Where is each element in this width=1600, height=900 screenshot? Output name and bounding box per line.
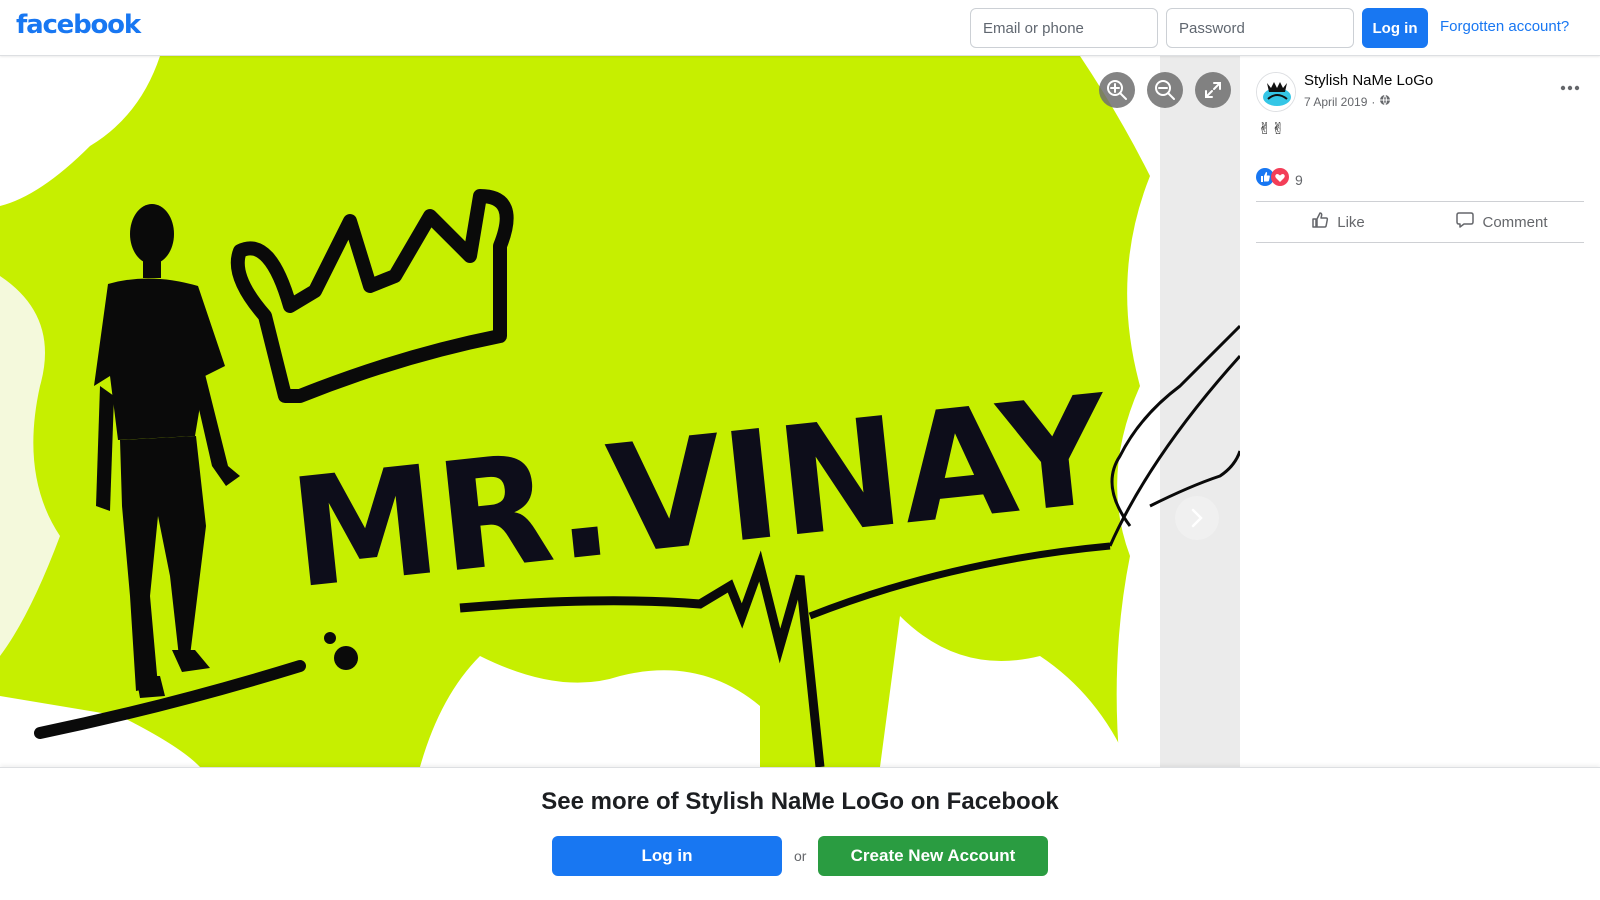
like-button[interactable]: Like	[1256, 202, 1420, 242]
fullscreen-icon[interactable]	[1195, 72, 1231, 108]
forgotten-account-link[interactable]: Forgotten account?	[1440, 18, 1569, 35]
comment-label: Comment	[1482, 213, 1548, 231]
login-prompt-title: See more of Stylish NaMe LoGo on Faceboo…	[541, 788, 1059, 815]
zoom-out-icon[interactable]	[1147, 72, 1183, 108]
top-navigation-bar: facebook Log in Forgotten account?	[0, 0, 1600, 56]
meta-separator: ·	[1371, 94, 1376, 109]
footer-login-button[interactable]: Log in	[552, 836, 782, 876]
post-text: ✌✌	[1258, 121, 1285, 138]
globe-icon	[1379, 94, 1391, 109]
love-reaction-icon	[1271, 168, 1289, 191]
comment-icon	[1456, 211, 1475, 233]
mr-vinay-artwork: MR.VINAY	[0, 56, 1240, 767]
reactions-summary[interactable]: 9	[1256, 168, 1303, 191]
page-name[interactable]: Stylish NaMe LoGo	[1304, 72, 1433, 89]
post-actions: Like Comment	[1256, 201, 1584, 243]
facebook-logo[interactable]: facebook	[16, 10, 141, 40]
password-field[interactable]	[1166, 8, 1354, 48]
header-login-button[interactable]: Log in	[1362, 8, 1428, 48]
reaction-count: 9	[1295, 171, 1303, 188]
post-details-panel: Stylish NaMe LoGo 7 April 2019 · ✌✌ 9 Li…	[1240, 56, 1600, 767]
create-account-button[interactable]: Create New Account	[818, 836, 1048, 876]
post-photo[interactable]: MR.VINAY	[0, 56, 1240, 767]
email-field[interactable]	[970, 8, 1158, 48]
comment-button[interactable]: Comment	[1420, 202, 1584, 242]
or-label: or	[794, 848, 807, 864]
like-label: Like	[1337, 213, 1365, 231]
login-prompt-banner: See more of Stylish NaMe LoGo on Faceboo…	[0, 767, 1600, 900]
chevron-right-icon[interactable]	[1175, 496, 1219, 540]
avatar[interactable]	[1256, 72, 1296, 112]
post-meta: 7 April 2019 ·	[1304, 94, 1391, 109]
post-date[interactable]: 7 April 2019	[1304, 95, 1367, 109]
thumbs-up-icon	[1311, 211, 1329, 233]
more-options-icon[interactable]	[1556, 78, 1584, 98]
zoom-in-icon[interactable]	[1099, 72, 1135, 108]
